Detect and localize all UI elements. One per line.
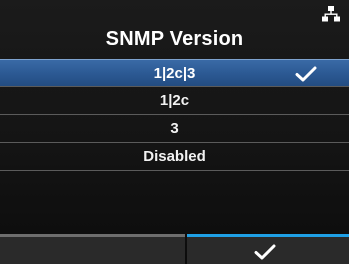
option-label: 3 [170,120,179,137]
snmp-version-list: 1|2c|3 1|2c 3 Disabled [0,59,349,171]
snmp-version-screen: SNMP Version 1|2c|3 1|2c 3 Disabled [0,0,349,264]
option-1-2c-3[interactable]: 1|2c|3 [0,59,349,87]
footer-bar [0,234,349,264]
option-disabled[interactable]: Disabled [0,143,349,171]
option-label: 1|2c [159,92,190,109]
confirm-check-icon [254,244,276,260]
back-button[interactable] [0,234,185,264]
option-3[interactable]: 3 [0,115,349,143]
check-icon [295,66,317,82]
option-1-2c[interactable]: 1|2c [0,87,349,115]
option-label: 1|2c|3 [153,65,196,82]
confirm-button[interactable] [187,234,349,264]
page-title: SNMP Version [105,28,244,50]
network-icon [322,6,340,22]
option-label: Disabled [143,148,206,165]
